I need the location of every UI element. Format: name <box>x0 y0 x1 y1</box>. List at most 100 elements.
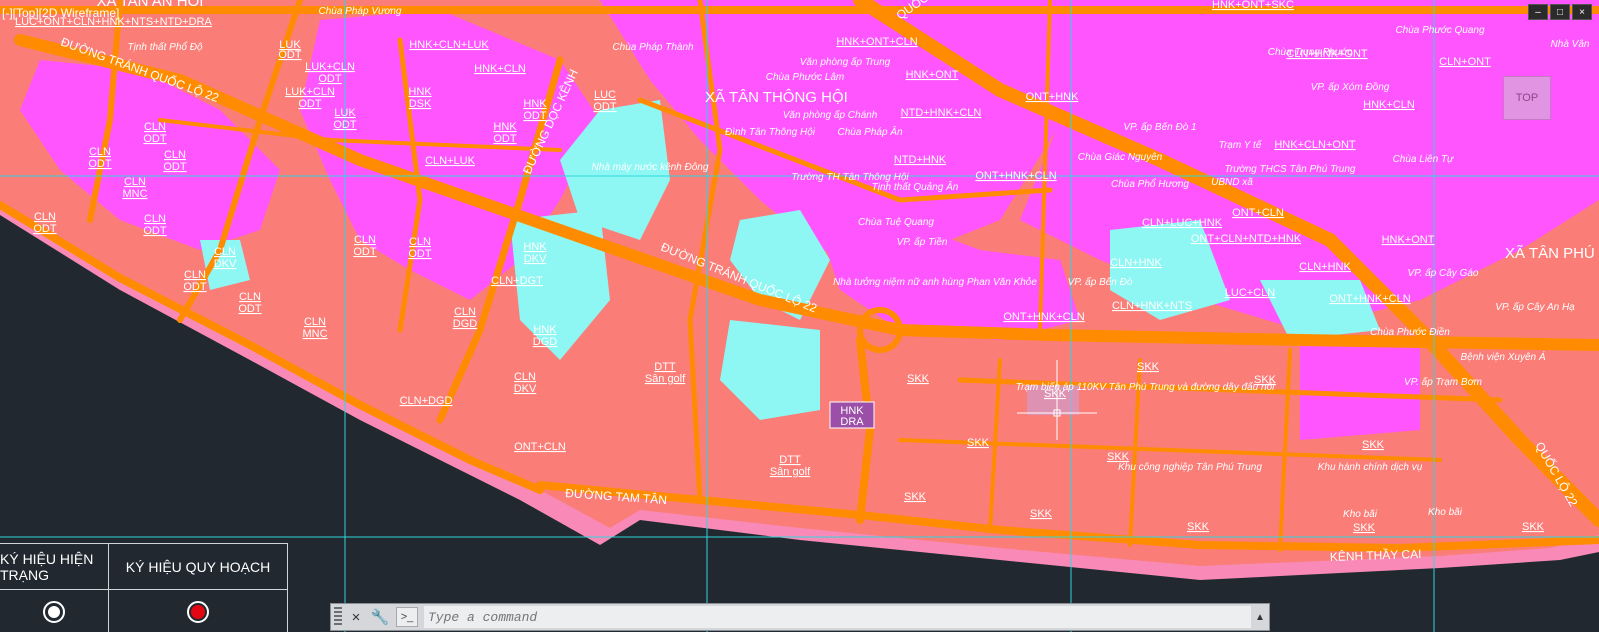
annotation-label: Tịnh thất Quảng Ân <box>872 180 959 193</box>
white-circle-icon <box>43 600 65 623</box>
zone-label: CLN <box>89 146 111 158</box>
close-button[interactable]: × <box>1572 4 1592 20</box>
annotation-label: Chùa Phổ Hương <box>1111 178 1189 190</box>
hnk-box-bottom: DRA <box>840 416 864 428</box>
zone-label: ODT <box>523 110 547 122</box>
zone-label: ODT <box>333 119 357 131</box>
zone-label: SKK <box>1353 522 1376 534</box>
zone-label: CLN <box>514 371 536 383</box>
red-circle-icon <box>187 600 209 623</box>
annotation-label: Chùa Phước Quang <box>1395 25 1485 36</box>
combo-label: NTD+HNK+CLN <box>901 107 982 119</box>
combo-label: CLN+HNK <box>1299 261 1351 273</box>
annotation-label: Chùa Trung Phước <box>1268 47 1352 58</box>
zone-label: CLN <box>239 291 261 303</box>
minimize-button[interactable]: – <box>1528 4 1548 20</box>
zone-label: CLN <box>184 269 206 281</box>
zone-label: ODT <box>493 133 517 145</box>
zone-label: MNC <box>122 188 147 200</box>
annotation-label: Chùa Pháp Vương <box>319 6 402 17</box>
annotation-label: Chùa Pháp Thành <box>612 42 694 53</box>
zone-label: ODT <box>353 246 377 258</box>
zone-label: CLN <box>354 234 376 246</box>
zone-label: SKK <box>907 373 930 385</box>
combo-label: CLN+HNK <box>1110 257 1162 269</box>
zone-label: CLN <box>164 149 186 161</box>
combo-label: LUC+CLN <box>1225 287 1275 299</box>
annotation-label: VP. ấp Cây An Hạ <box>1495 301 1575 313</box>
zone-label: SKK <box>1137 361 1160 373</box>
combo-label: HNK+CLN <box>1363 99 1415 111</box>
combo-label: HNK+CLN+ONT <box>1274 139 1356 151</box>
annotation-label: Trạm biến áp 110KV Tân Phú Trung và đườn… <box>1016 381 1275 393</box>
annotation-label: Nhà tưởng niệm nữ anh hùng Phan Văn Khỏe <box>833 276 1037 288</box>
zone-label: ODT <box>163 161 187 173</box>
annotation-label: Chùa Phước Điền <box>1370 326 1450 338</box>
annotation-label: Kho bãi <box>1343 509 1378 520</box>
combo-label: CLN+LUK <box>425 155 475 167</box>
zone-label: SKK <box>1030 508 1053 520</box>
viewport-label[interactable]: [-][Top][2D Wireframe] <box>2 6 119 20</box>
annotation-label: Chùa Pháp Ân <box>837 125 902 138</box>
cad-map[interactable]: HNK DRA ĐƯỜNG TRÁNH QUỐC LỘ 22 ĐƯỜNG TRÁ… <box>0 0 1599 632</box>
combo-label: CLN+DGT <box>491 275 543 287</box>
zone-label: ODT <box>88 158 112 170</box>
combo-label: CLN+ONT <box>1439 56 1491 68</box>
zone-label: DTT <box>654 361 676 373</box>
drag-handle[interactable] <box>334 607 342 627</box>
maximize-button[interactable]: □ <box>1550 4 1570 20</box>
annotation-label: VP. ấp Bến Đò <box>1068 276 1133 288</box>
legend-planned-symbol-cell <box>109 590 287 632</box>
annotation-label: Chùa Liên Tự <box>1393 154 1454 165</box>
annotation-label: Văn phòng ấp Trung <box>800 56 891 68</box>
zone-label: ODT <box>298 98 322 110</box>
chevron-up-icon[interactable]: ▲ <box>1251 612 1269 623</box>
zone-label: LUC <box>594 89 616 101</box>
command-line: × 🔧 >_ ▲ <box>330 603 1270 631</box>
zone-label: SKK <box>1187 521 1210 533</box>
combo-label: CLN+DGD <box>400 395 453 407</box>
combo-label: ONT+CLN <box>514 441 566 453</box>
legend-header-existing: KÝ HIỆU HIỆN TRẠNG <box>0 544 109 589</box>
wrench-icon[interactable]: 🔧 <box>370 607 390 627</box>
prompt-icon[interactable]: >_ <box>396 607 418 627</box>
command-input[interactable] <box>424 606 1251 628</box>
combo-label: ONT+CLN+NTD+HNK <box>1191 233 1302 245</box>
annotation-label: Khu hành chính dịch vụ <box>1318 462 1423 473</box>
zone-magenta-6 <box>1300 340 1420 440</box>
place-xa-tan-thong-hoi: XÃ TÂN THÔNG HỘI <box>705 89 848 106</box>
zone-label: Sân golf <box>645 373 686 385</box>
zone-label: LUK <box>334 107 356 119</box>
combo-label: HNK+ONT <box>1382 234 1435 246</box>
combo-label: HNK+ONT <box>906 69 959 81</box>
zone-label: ODT <box>33 223 57 235</box>
close-icon[interactable]: × <box>346 607 366 627</box>
combo-label: ONT+HNK+CLN <box>975 170 1056 182</box>
zone-label: DGD <box>453 318 478 330</box>
viewcube[interactable]: TOP <box>1503 76 1551 120</box>
annotation-label: VP. ấp Xóm Đồng <box>1311 81 1390 93</box>
annotation-label: VP. ấp Bến Đò 1 <box>1123 121 1196 133</box>
zone-label: ODT <box>143 225 167 237</box>
zone-label: DKV <box>524 253 547 265</box>
combo-label: HNK+CLN <box>474 63 526 75</box>
combo-label: CLN+HNK+NTS <box>1112 300 1192 312</box>
zone-label: LUK+CLN <box>285 86 335 98</box>
zone-label: HNK <box>523 98 547 110</box>
drawing-viewport[interactable]: HNK DRA ĐƯỜNG TRÁNH QUỐC LỘ 22 ĐƯỜNG TRÁ… <box>0 0 1599 632</box>
zone-label: LUK+CLN <box>305 61 355 73</box>
zone-label: SKK <box>967 437 990 449</box>
combo-label: CLN+LUC+HNK <box>1142 217 1223 229</box>
zone-label: DKV <box>214 258 237 270</box>
zone-label: ODT <box>278 49 302 61</box>
zone-label: CLN <box>34 211 56 223</box>
annotation-label: Trường THCS Tân Phú Trung <box>1225 164 1356 175</box>
zone-label: HNK <box>533 324 557 336</box>
combo-label: HNK+ONT+SKC <box>1212 0 1294 11</box>
annotation-label: Nhà máy nước kênh Đông <box>592 162 709 173</box>
zone-label: CLN <box>144 213 166 225</box>
zone-label: DGD <box>533 336 558 348</box>
zone-label: Sân golf <box>770 466 811 478</box>
combo-label: ONT+CLN <box>1232 207 1284 219</box>
annotation-label: Tịnh thất Phổ Độ <box>127 41 202 53</box>
